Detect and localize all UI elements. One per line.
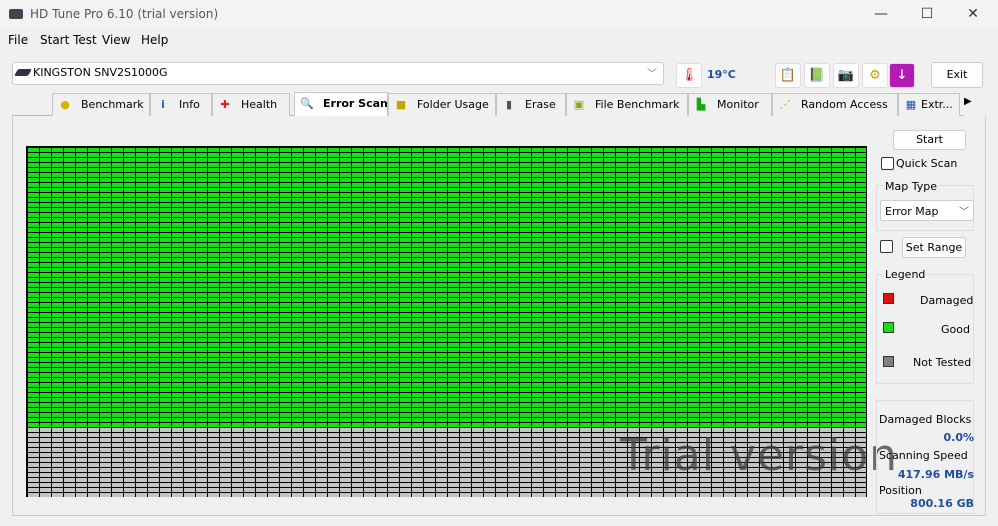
trial-watermark: Trial version	[620, 430, 899, 481]
trash-icon: ▮	[505, 98, 513, 111]
tab-label: Info	[179, 98, 200, 111]
copy-text-icon[interactable]: 📋	[775, 63, 801, 88]
damaged-blocks-label: Damaged Blocks	[879, 413, 972, 426]
tab-label: File Benchmark	[595, 98, 680, 111]
chevron-down-icon: ﹀	[959, 207, 969, 218]
tab-random-access[interactable]: ⋰ Random Access	[772, 93, 898, 116]
tab-label: Erase	[525, 98, 556, 111]
chevron-down-icon: ﹀	[647, 69, 657, 80]
set-range-button[interactable]: Set Range	[902, 237, 966, 258]
health-cross-icon: ✚	[220, 98, 230, 111]
magnifier-icon: 🔍	[300, 97, 314, 110]
legend-good: Good	[941, 323, 970, 336]
tab-error-scan[interactable]: 🔍 Error Scan	[294, 92, 388, 116]
good-swatch	[883, 322, 894, 333]
minimize-button[interactable]: —	[858, 0, 904, 30]
camera-icon[interactable]: 📷	[833, 63, 859, 88]
tab-label: Benchmark	[81, 98, 144, 111]
thermometer-icon[interactable]: 🌡	[676, 63, 702, 88]
damaged-blocks-value: 0.0%	[943, 431, 974, 444]
tab-label: Monitor	[717, 98, 759, 111]
tab-label: Extr...	[921, 98, 953, 111]
map-type-select[interactable]: Error Map ﹀	[880, 200, 974, 221]
tab-label: Random Access	[801, 98, 888, 111]
tab-scroll-right-icon[interactable]: ▶	[964, 96, 972, 107]
exit-button[interactable]: Exit	[931, 62, 983, 88]
tab-label: Error Scan	[323, 97, 388, 110]
drive-name: KINGSTON SNV2S1000G	[33, 66, 168, 79]
file-benchmark-icon: ▣	[573, 98, 585, 111]
calculator-icon: ▦	[905, 98, 917, 111]
tab-health[interactable]: ✚ Health	[212, 93, 290, 116]
quick-scan-label: Quick Scan	[896, 157, 958, 170]
tab-erase[interactable]: ▮ Erase	[496, 93, 566, 116]
legend-not-tested: Not Tested	[913, 356, 972, 369]
start-button[interactable]: Start	[893, 130, 966, 150]
monitor-chart-icon: ▙	[696, 98, 706, 111]
temperature: 19°C	[707, 68, 736, 81]
maximize-button[interactable]: ☐	[904, 0, 950, 30]
legend-label: Legend	[883, 268, 928, 281]
tab-benchmark[interactable]: ● Benchmark	[52, 93, 150, 116]
tab-folder-usage[interactable]: ■ Folder Usage	[388, 93, 496, 116]
map-type-value: Error Map	[885, 205, 939, 218]
menu-view[interactable]: View	[102, 33, 130, 47]
tab-extra[interactable]: ▦ Extr...	[898, 93, 960, 116]
menu-start-test[interactable]: Start Test	[40, 33, 97, 47]
bulb-icon: ●	[60, 98, 70, 111]
tab-bar: ● Benchmark i Info ✚ Health 🔍 Error Scan ■ Fo…	[12, 92, 972, 116]
not-tested-swatch	[883, 356, 894, 367]
scatter-icon: ⋰	[779, 98, 791, 111]
tab-label: Health	[241, 98, 278, 111]
close-button[interactable]: ✕	[950, 0, 996, 30]
damaged-swatch	[883, 293, 894, 304]
tab-monitor[interactable]: ▙ Monitor	[688, 93, 772, 116]
window-title: HD Tune Pro 6.10 (trial version)	[30, 7, 219, 21]
folder-icon: ■	[395, 98, 407, 111]
tab-label: Folder Usage	[417, 98, 489, 111]
position-label: Position	[879, 484, 922, 497]
good-blocks	[27, 147, 866, 427]
set-range-checkbox[interactable]	[880, 240, 893, 253]
scanning-speed-value: 417.96 MB/s	[897, 468, 974, 481]
app-icon	[9, 9, 23, 19]
drive-select[interactable]: KINGSTON SNV2S1000G ﹀	[12, 62, 664, 85]
copy-screen-icon[interactable]: 📗	[804, 63, 830, 88]
tab-info[interactable]: i Info	[150, 93, 212, 116]
quick-scan-checkbox[interactable]	[881, 157, 894, 170]
download-icon[interactable]: ↓	[889, 63, 915, 88]
title-bar: HD Tune Pro 6.10 (trial version) — ☐ ✕	[0, 0, 998, 30]
menu-help[interactable]: Help	[141, 33, 168, 47]
map-type-label: Map Type	[883, 180, 939, 193]
scanning-speed-label: Scanning Speed	[879, 449, 968, 462]
tab-file-benchmark[interactable]: ▣ File Benchmark	[566, 93, 688, 116]
menu-file[interactable]: File	[8, 33, 28, 47]
legend-damaged: Damaged	[920, 294, 974, 307]
drive-icon	[13, 69, 33, 76]
info-icon: i	[161, 98, 165, 111]
position-value: 800.16 GB	[910, 497, 974, 510]
options-icon[interactable]: ⚙	[862, 63, 888, 88]
